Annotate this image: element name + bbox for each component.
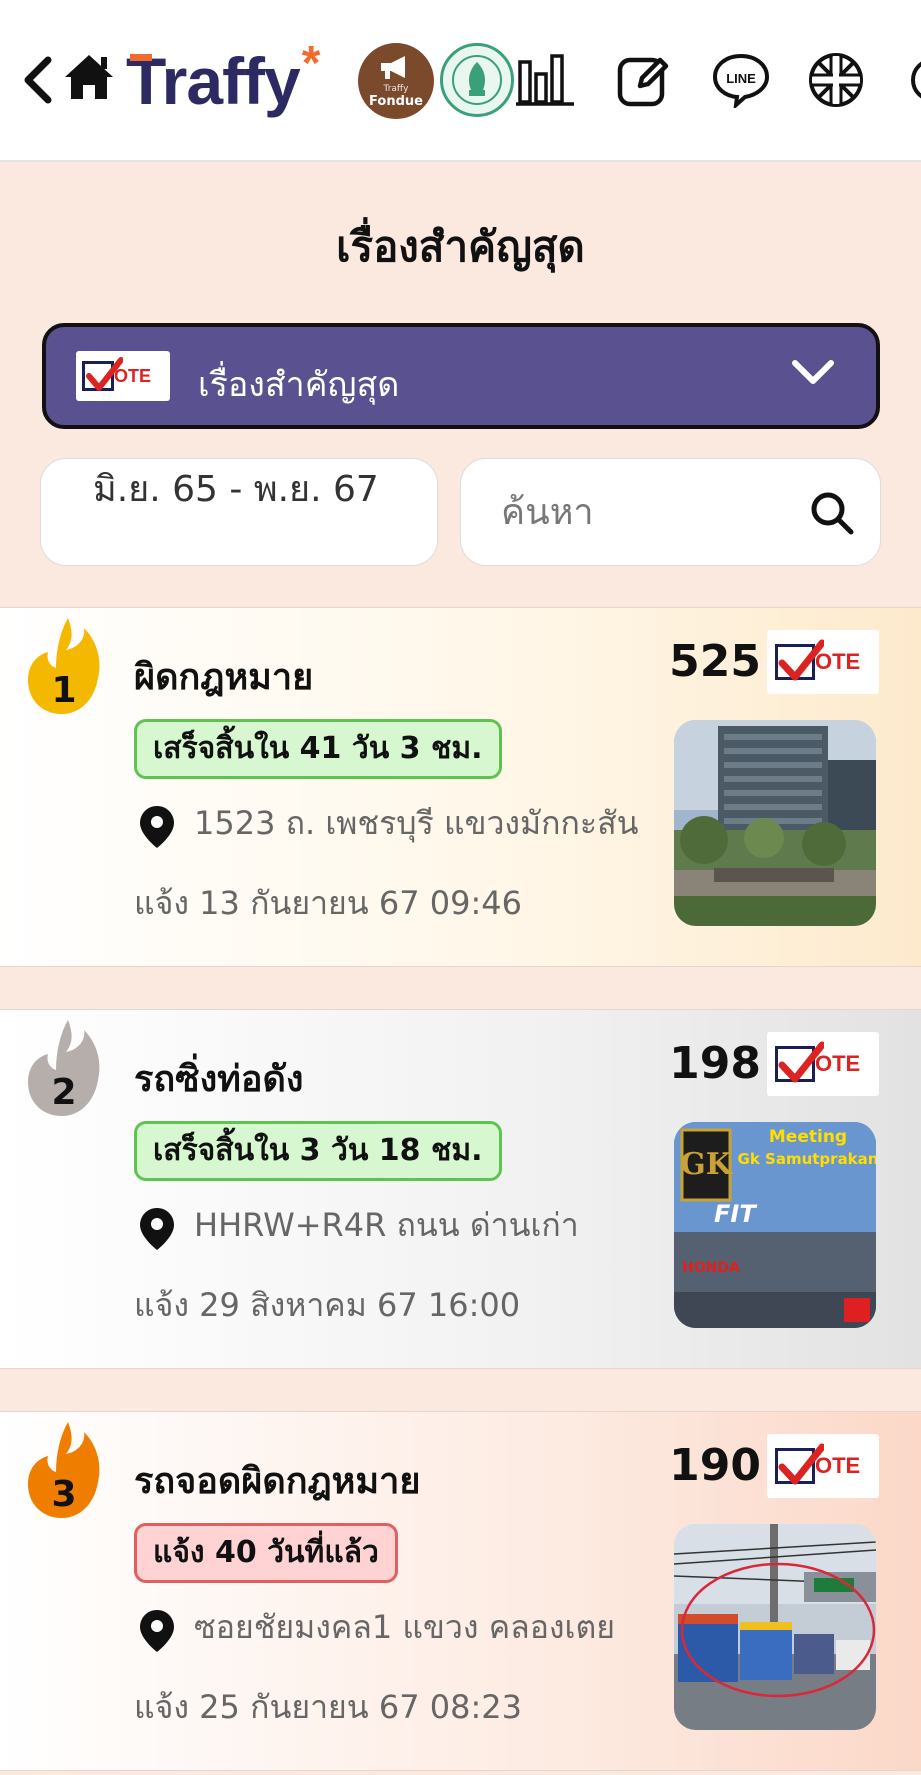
location-pin-icon (138, 1608, 176, 1658)
rank-number: 2 (51, 1072, 76, 1113)
logo-star: * (301, 36, 321, 90)
issue-address: 1523 ถ. เพชรบุรี แขวงมักกะสัน (194, 804, 639, 842)
home-icon[interactable] (60, 48, 118, 106)
issue-address: HHRW+R4R ถนน ด่านเก่า (194, 1206, 579, 1244)
rank-number: 1 (51, 670, 76, 711)
issue-thumbnail-street[interactable] (674, 1524, 876, 1730)
ranking-dropdown[interactable]: OTE เรื่องสำคัญสุด (42, 323, 880, 429)
rank-bronze-flame-icon: 3 (22, 1418, 104, 1522)
issue-card[interactable]: 1 ผิดกฎหมาย 525 OTE เสร็จสิ้นใน 41 วัน 3… (0, 607, 921, 967)
back-arrow-icon[interactable] (18, 52, 58, 108)
fondue-megaphone-icon[interactable]: Traffy Fondue (358, 43, 434, 119)
poster-fit: FIT (714, 1200, 757, 1228)
issue-thumbnail-building[interactable] (674, 720, 876, 926)
vote-icon: OTE (76, 351, 170, 401)
status-badge: แจ้ง 40 วันที่แล้ว (134, 1523, 398, 1583)
vote-count: 525 (669, 636, 761, 687)
issue-thumbnail-poster[interactable]: GK Meeting Gk Samutprakan FIT HONDA (674, 1122, 876, 1328)
uk-flag-icon[interactable] (806, 50, 866, 110)
fondue-label: Fondue (369, 93, 423, 109)
rank-number: 3 (51, 1474, 76, 1515)
edit-icon[interactable] (614, 50, 674, 110)
rank-gold-flame-icon: 1 (22, 614, 104, 718)
dropdown-label: เรื่องสำคัญสุด (198, 365, 400, 405)
reported-time: แจ้ง 25 กันยายน 67 08:23 (134, 1688, 522, 1726)
search-input[interactable] (501, 487, 781, 537)
fondue-small-text: Traffy (383, 83, 409, 94)
chevron-down-icon (790, 357, 836, 391)
location-pin-icon (138, 1206, 176, 1256)
profile-icon[interactable] (900, 50, 921, 110)
rank-silver-flame-icon: 2 (22, 1016, 104, 1120)
bar-chart-icon[interactable] (516, 50, 576, 110)
svg-text:GK: GK (680, 1147, 733, 1182)
issue-category: รถจอดผิดกฎหมาย (134, 1461, 421, 1502)
status-badge: เสร็จสิ้นใน 41 วัน 3 ชม. (134, 719, 502, 779)
traffy-logo[interactable]: Traffy * (126, 36, 321, 126)
reported-time: แจ้ง 13 กันยายน 67 09:46 (134, 884, 522, 922)
vote-button[interactable]: OTE (767, 1434, 879, 1498)
line-icon[interactable]: LINE (711, 50, 771, 110)
issue-card[interactable]: 2 รถซิ่งท่อดัง 198 OTE เสร็จสิ้นใน 3 วัน… (0, 1009, 921, 1369)
page-title: เรื่องสำคัญสุด (336, 222, 585, 271)
issue-card[interactable]: 3 รถจอดผิดกฎหมาย 190 OTE แจ้ง 40 วันที่แ… (0, 1411, 921, 1771)
poster-title-2: Gk Samutprakan (738, 1150, 876, 1168)
issue-address: ซอยชัยมงคล1 แขวง คลองเตย (194, 1608, 616, 1646)
vote-count: 198 (669, 1038, 761, 1089)
city-seal-icon[interactable] (440, 43, 514, 117)
vote-count: 190 (669, 1440, 761, 1491)
vote-button[interactable]: OTE (767, 1032, 879, 1096)
issue-category: รถซิ่งท่อดัง (134, 1059, 304, 1100)
top-bar: Traffy * Traffy Fondue LINE (0, 0, 921, 162)
logo-text: Traffy (126, 44, 301, 118)
search-box[interactable] (460, 458, 881, 566)
poster-brand: HONDA (682, 1260, 740, 1276)
date-range-picker[interactable]: มิ.ย. 65 - พ.ย. 67 (40, 458, 438, 566)
location-pin-icon (138, 804, 176, 854)
reported-time: แจ้ง 29 สิงหาคม 67 16:00 (134, 1286, 521, 1324)
poster-title-1: Meeting (769, 1127, 847, 1147)
date-range-text: มิ.ย. 65 - พ.ย. 67 (93, 469, 379, 510)
search-icon[interactable] (808, 489, 856, 541)
vote-button[interactable]: OTE (767, 630, 879, 694)
issue-category: ผิดกฎหมาย (134, 657, 314, 698)
svg-text:LINE: LINE (726, 71, 756, 86)
status-badge: เสร็จสิ้นใน 3 วัน 18 ชม. (134, 1121, 502, 1181)
